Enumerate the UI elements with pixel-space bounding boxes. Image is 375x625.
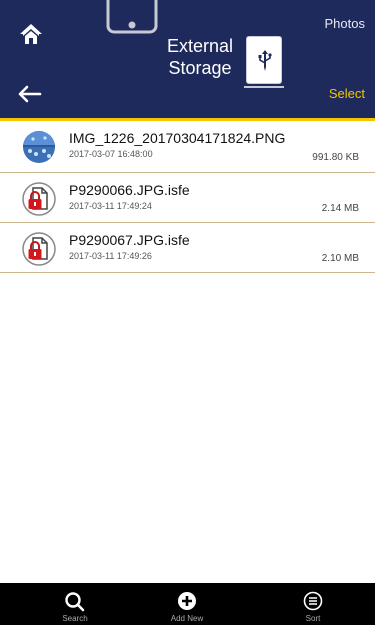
file-size: 991.80 KB xyxy=(312,152,359,163)
home-icon xyxy=(20,24,42,44)
sort-list-icon xyxy=(303,591,323,611)
file-name: IMG_1226_20170304171824.PNG xyxy=(69,130,286,146)
file-list: IMG_1226_20170304171824.PNG 2017-03-07 1… xyxy=(0,121,375,273)
back-button[interactable] xyxy=(16,84,42,104)
bottom-toolbar: Search Add New Sort xyxy=(0,583,375,625)
usb-storage-icon xyxy=(244,36,284,88)
file-name: P9290067.JPG.isfe xyxy=(69,232,190,248)
file-size: 2.10 MB xyxy=(321,253,359,264)
photos-link[interactable]: Photos xyxy=(325,16,365,31)
header-bar: External Storage Photos Select xyxy=(0,0,375,118)
file-row[interactable]: P9290066.JPG.isfe 2017-03-11 17:49:24 2.… xyxy=(0,173,375,223)
file-row[interactable]: P9290067.JPG.isfe 2017-03-11 17:49:26 2.… xyxy=(0,223,375,273)
file-date: 2017-03-11 17:49:26 xyxy=(69,251,152,261)
locked-document-icon xyxy=(22,232,56,266)
file-row[interactable]: IMG_1226_20170304171824.PNG 2017-03-07 1… xyxy=(0,121,375,173)
add-new-tab-label: Add New xyxy=(170,614,204,623)
file-date: 2017-03-11 17:49:24 xyxy=(69,201,152,211)
home-button[interactable] xyxy=(18,22,44,46)
sort-tab[interactable]: Sort xyxy=(268,583,358,625)
add-circle-icon xyxy=(178,592,196,610)
file-name: P9290066.JPG.isfe xyxy=(69,182,190,198)
storage-title: External Storage xyxy=(166,36,234,78)
search-icon xyxy=(65,592,85,612)
file-date: 2017-03-07 16:48:00 xyxy=(69,149,153,159)
back-arrow-icon xyxy=(18,85,42,103)
search-tab[interactable]: Search xyxy=(30,583,120,625)
locked-document-icon xyxy=(22,182,56,216)
sort-tab-label: Sort xyxy=(305,614,321,623)
phone-device-icon xyxy=(106,0,158,34)
image-thumbnail-icon xyxy=(23,131,55,163)
usb-card-underline xyxy=(244,86,284,88)
file-size: 2.14 MB xyxy=(321,203,359,214)
add-new-tab[interactable]: Add New xyxy=(142,583,232,625)
usb-symbol-icon xyxy=(258,50,272,71)
select-button[interactable]: Select xyxy=(329,86,365,101)
search-tab-label: Search xyxy=(62,614,88,623)
